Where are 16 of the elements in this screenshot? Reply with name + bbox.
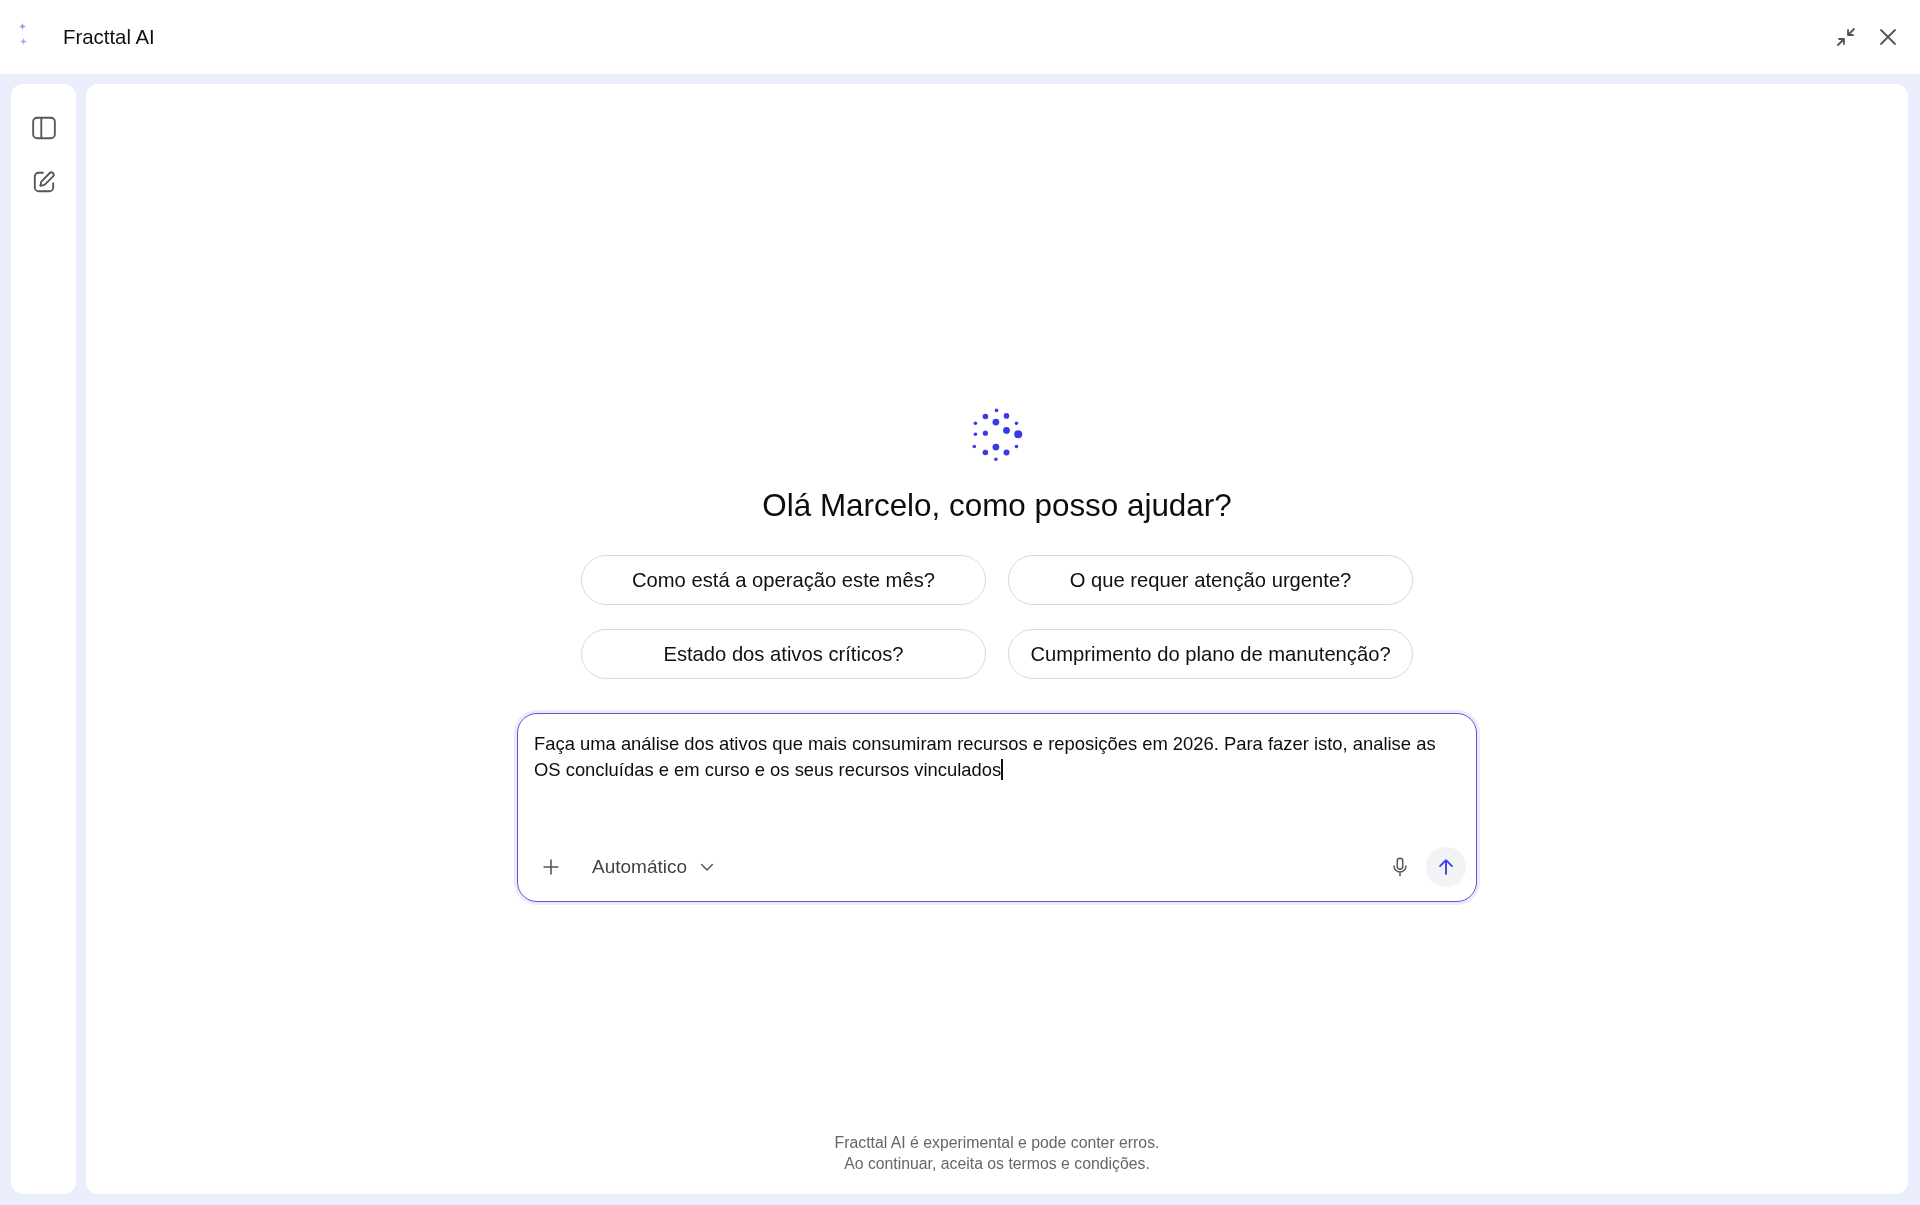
suggestion-chip[interactable]: Estado dos ativos críticos? — [581, 629, 986, 679]
send-button[interactable] — [1426, 847, 1466, 887]
disclaimer-text: Ao continuar, aceita os termos e condições. — [844, 1154, 1150, 1174]
mode-dropdown[interactable]: Automático — [592, 856, 718, 878]
dotted-orb-logo-icon — [971, 408, 1023, 462]
panel-icon — [30, 115, 57, 141]
message-input[interactable]: Faça uma análise dos ativos que mais consumiram recursos e reposições em 2026. Para fazer isto, analise as OS concluídas e em curso e os seus recursos vinculados — [534, 731, 1439, 847]
collapse-icon — [1834, 25, 1858, 49]
disclaimer-text: Fracttal AI é experimental e pode conter erros. — [834, 1133, 1160, 1153]
window-title: Fracttal AI — [63, 25, 155, 49]
suggestion-chip[interactable]: Cumprimento do plano de manutenção? — [1008, 629, 1413, 679]
app-logo-icon — [18, 22, 28, 46]
greeting-heading: Olá Marcelo, como posso ajudar? — [762, 488, 1232, 524]
text-cursor-icon — [1001, 759, 1003, 780]
suggestion-chip[interactable]: Como está a operação este mês? — [581, 555, 986, 605]
suggestion-chip[interactable]: O que requer atenção urgente? — [1008, 555, 1413, 605]
